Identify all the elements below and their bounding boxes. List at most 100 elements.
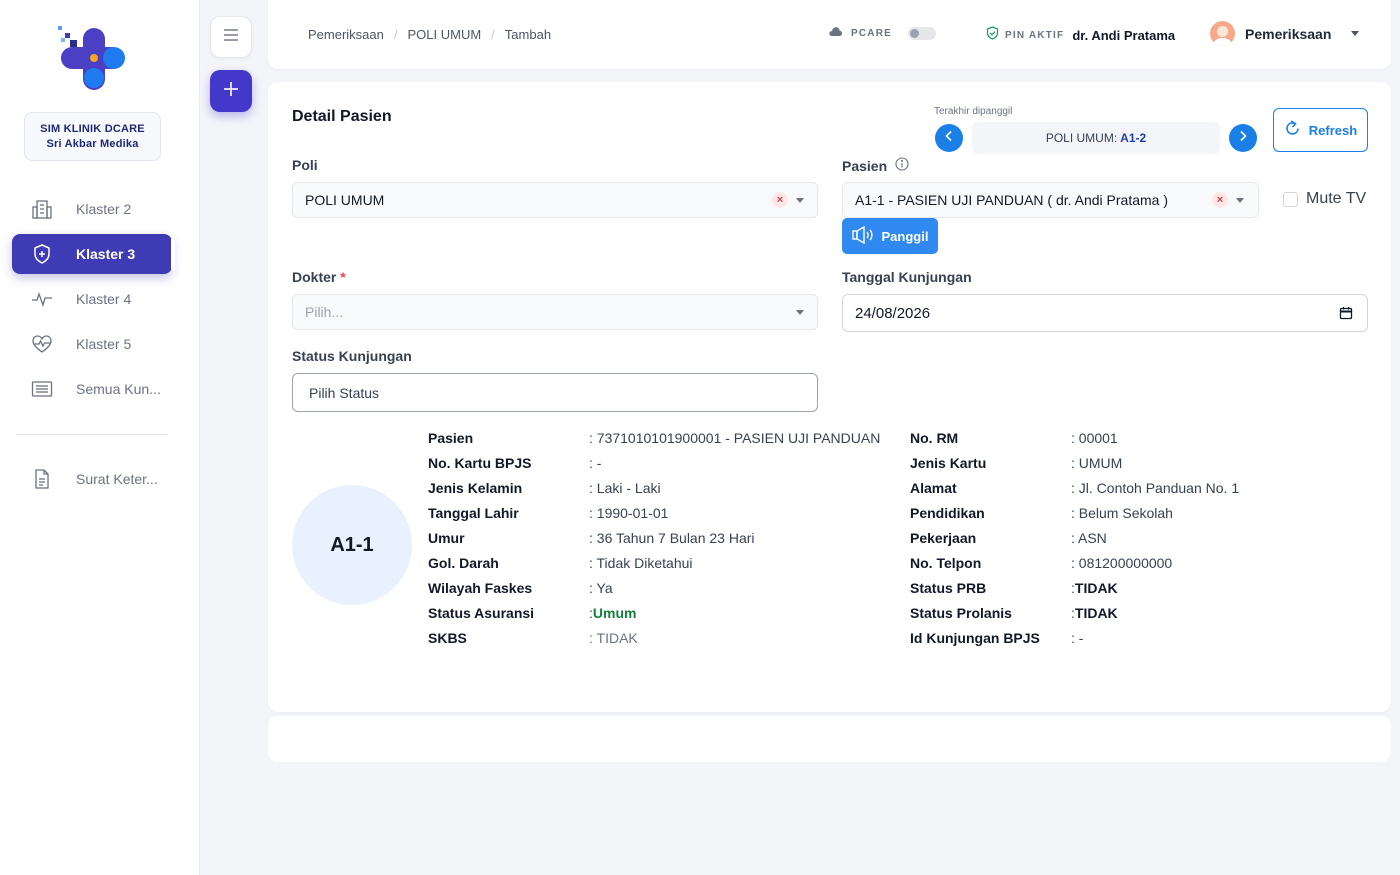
cloud-icon (828, 26, 843, 40)
dokter-placeholder: Pilih... (305, 304, 344, 320)
info-key: Pekerjaan (910, 530, 977, 546)
info-key: Id Kunjungan BPJS (910, 630, 1040, 646)
sidebar-item-klaster-4[interactable]: Klaster 4 (12, 279, 172, 319)
sidebar-item-klaster-3[interactable]: Klaster 3 (12, 234, 175, 274)
poli-select[interactable]: POLI UMUM × (292, 182, 818, 218)
info-key: Umur (428, 530, 465, 546)
sidebar-divider (16, 434, 168, 435)
patient-info-right: No. RM: 00001 Jenis Kartu : UMUM Alamat : … (910, 430, 1239, 655)
status-kunjungan-label: Status Kunjungan (292, 348, 412, 364)
sidebar-item-label: Semua Kun... (76, 381, 161, 397)
refresh-icon (1284, 120, 1301, 140)
panggil-button[interactable]: Panggil (842, 218, 938, 254)
mute-tv-label: Mute TV (1306, 190, 1367, 207)
calendar-icon[interactable] (1339, 306, 1353, 324)
pulse-icon (28, 288, 56, 310)
status-placeholder: Pilih Status (309, 384, 380, 401)
info-icon[interactable] (895, 157, 909, 174)
plus-icon (222, 80, 240, 103)
chevron-down-icon (796, 197, 804, 203)
breadcrumb-item[interactable]: POLI UMUM (408, 27, 482, 42)
info-value: : ASN (1071, 530, 1107, 546)
patient-detail-card: Detail Pasien Terakhir dipanggil POLI UM… (268, 82, 1391, 712)
breadcrumb: Pemeriksaan / POLI UMUM / Tambah (308, 27, 551, 42)
pasien-value: A1-1 - PASIEN UJI PANDUAN ( dr. Andi Pra… (855, 192, 1169, 208)
info-row: No. RM: 00001 (910, 430, 1239, 455)
info-key: Wilayah Faskes (428, 580, 533, 596)
speaker-icon (851, 225, 876, 247)
queue-poli: POLI UMUM: (1045, 131, 1118, 145)
clinic-name-box: SIM KLINIK DCARE Sri Akbar Medika (24, 112, 161, 161)
refresh-button[interactable]: Refresh (1273, 108, 1368, 152)
info-value: : Ya (589, 580, 613, 596)
dokter-label-row: Dokter * (292, 269, 346, 285)
info-row: Pendidikan: Belum Sekolah (910, 505, 1239, 530)
info-value: : UMUM (1071, 455, 1123, 471)
insurance-status-value: Umum (592, 605, 637, 621)
pasien-label: Pasien (842, 157, 888, 174)
info-row: Status PRB: TIDAK (910, 580, 1239, 605)
pasien-select[interactable]: A1-1 - PASIEN UJI PANDUAN ( dr. Andi Pra… (842, 182, 1259, 218)
sidebar-item-label: Klaster 5 (76, 336, 132, 352)
info-row: Tanggal Lahir: 1990-01-01 (428, 505, 880, 530)
info-key: No. RM (910, 430, 959, 446)
breadcrumb-item[interactable]: Pemeriksaan (308, 27, 384, 42)
chevron-down-icon (1351, 31, 1360, 36)
poli-value: POLI UMUM (305, 192, 385, 208)
pin-label: PIN AKTIF (1005, 30, 1065, 41)
clear-icon[interactable]: × (1212, 192, 1228, 208)
prolanis-status-value: TIDAK (1074, 605, 1118, 621)
info-key: Jenis Kelamin (428, 480, 523, 496)
sidebar-item-klaster-2[interactable]: Klaster 2 (12, 189, 172, 229)
secondary-card (268, 716, 1391, 762)
building-icon (28, 198, 56, 220)
info-key: Pendidikan (910, 505, 985, 521)
info-key: Status Asuransi (428, 605, 535, 621)
menu-toggle-button[interactable] (210, 16, 252, 58)
info-key: Tanggal Lahir (428, 505, 519, 521)
top-header: Pemeriksaan / POLI UMUM / Tambah PCARE P… (268, 0, 1391, 69)
info-key: Jenis Kartu (910, 455, 987, 471)
sidebar-item-semua-kunjungan[interactable]: Semua Kun... (12, 369, 172, 409)
info-row: Jenis Kartu : UMUM (910, 455, 1239, 480)
sidebar-item-label: Klaster 3 (76, 246, 136, 262)
pcare-toggle[interactable] (908, 26, 937, 40)
info-key: No. Telpon (910, 555, 982, 571)
next-queue-button[interactable] (1229, 124, 1257, 152)
info-row: No. Telpon: 081200000000 (910, 555, 1239, 580)
info-key: Status Prolanis (910, 605, 1012, 621)
tanggal-kunjungan-input[interactable]: 24/08/2026 (842, 294, 1368, 332)
clinic-logo[interactable] (56, 24, 132, 94)
sidebar-item-surat-keterangan[interactable]: Surat Keter... (12, 459, 172, 499)
queue-number: A1-2 (1120, 131, 1147, 145)
previous-queue-button[interactable] (935, 124, 963, 152)
chevron-down-icon (1236, 197, 1244, 203)
chevron-down-icon (796, 309, 804, 315)
poli-label: Poli (292, 157, 318, 173)
info-value: : Laki - Laki (589, 480, 661, 496)
info-key: No. Kartu BPJS (428, 455, 532, 471)
mute-tv-option[interactable]: Mute TV (1283, 190, 1366, 208)
add-button[interactable] (210, 70, 252, 112)
queue-number-badge: A1-1 (292, 485, 412, 605)
shield-check-icon (986, 26, 999, 45)
last-called-label: Terakhir dipanggil (934, 106, 1013, 117)
info-row: Id Kunjungan BPJS: - (910, 630, 1239, 655)
last-called-queue: POLI UMUM: A1-2 (972, 122, 1220, 154)
shield-icon (28, 243, 56, 265)
mute-tv-checkbox[interactable] (1283, 191, 1298, 207)
sidebar-item-label: Surat Keter... (76, 471, 158, 487)
info-value: : Tidak Diketahui (589, 555, 693, 571)
info-row: Jenis Kelamin : Laki - Laki (428, 480, 880, 505)
status-kunjungan-select[interactable]: Pilih Status (292, 373, 818, 412)
sidebar-item-klaster-5[interactable]: Klaster 5 (12, 324, 172, 364)
info-row: SKBS: TIDAK (428, 630, 880, 655)
user-menu[interactable]: Pemeriksaan (1210, 21, 1360, 46)
clear-icon[interactable]: × (772, 192, 788, 208)
info-key: Alamat (910, 480, 957, 496)
pasien-label-row: Pasien (842, 157, 909, 174)
prb-status-value: TIDAK (1074, 580, 1118, 596)
dokter-select[interactable]: Pilih... (292, 294, 818, 330)
pcare-label: PCARE (851, 27, 893, 39)
chevron-left-icon (944, 129, 954, 147)
